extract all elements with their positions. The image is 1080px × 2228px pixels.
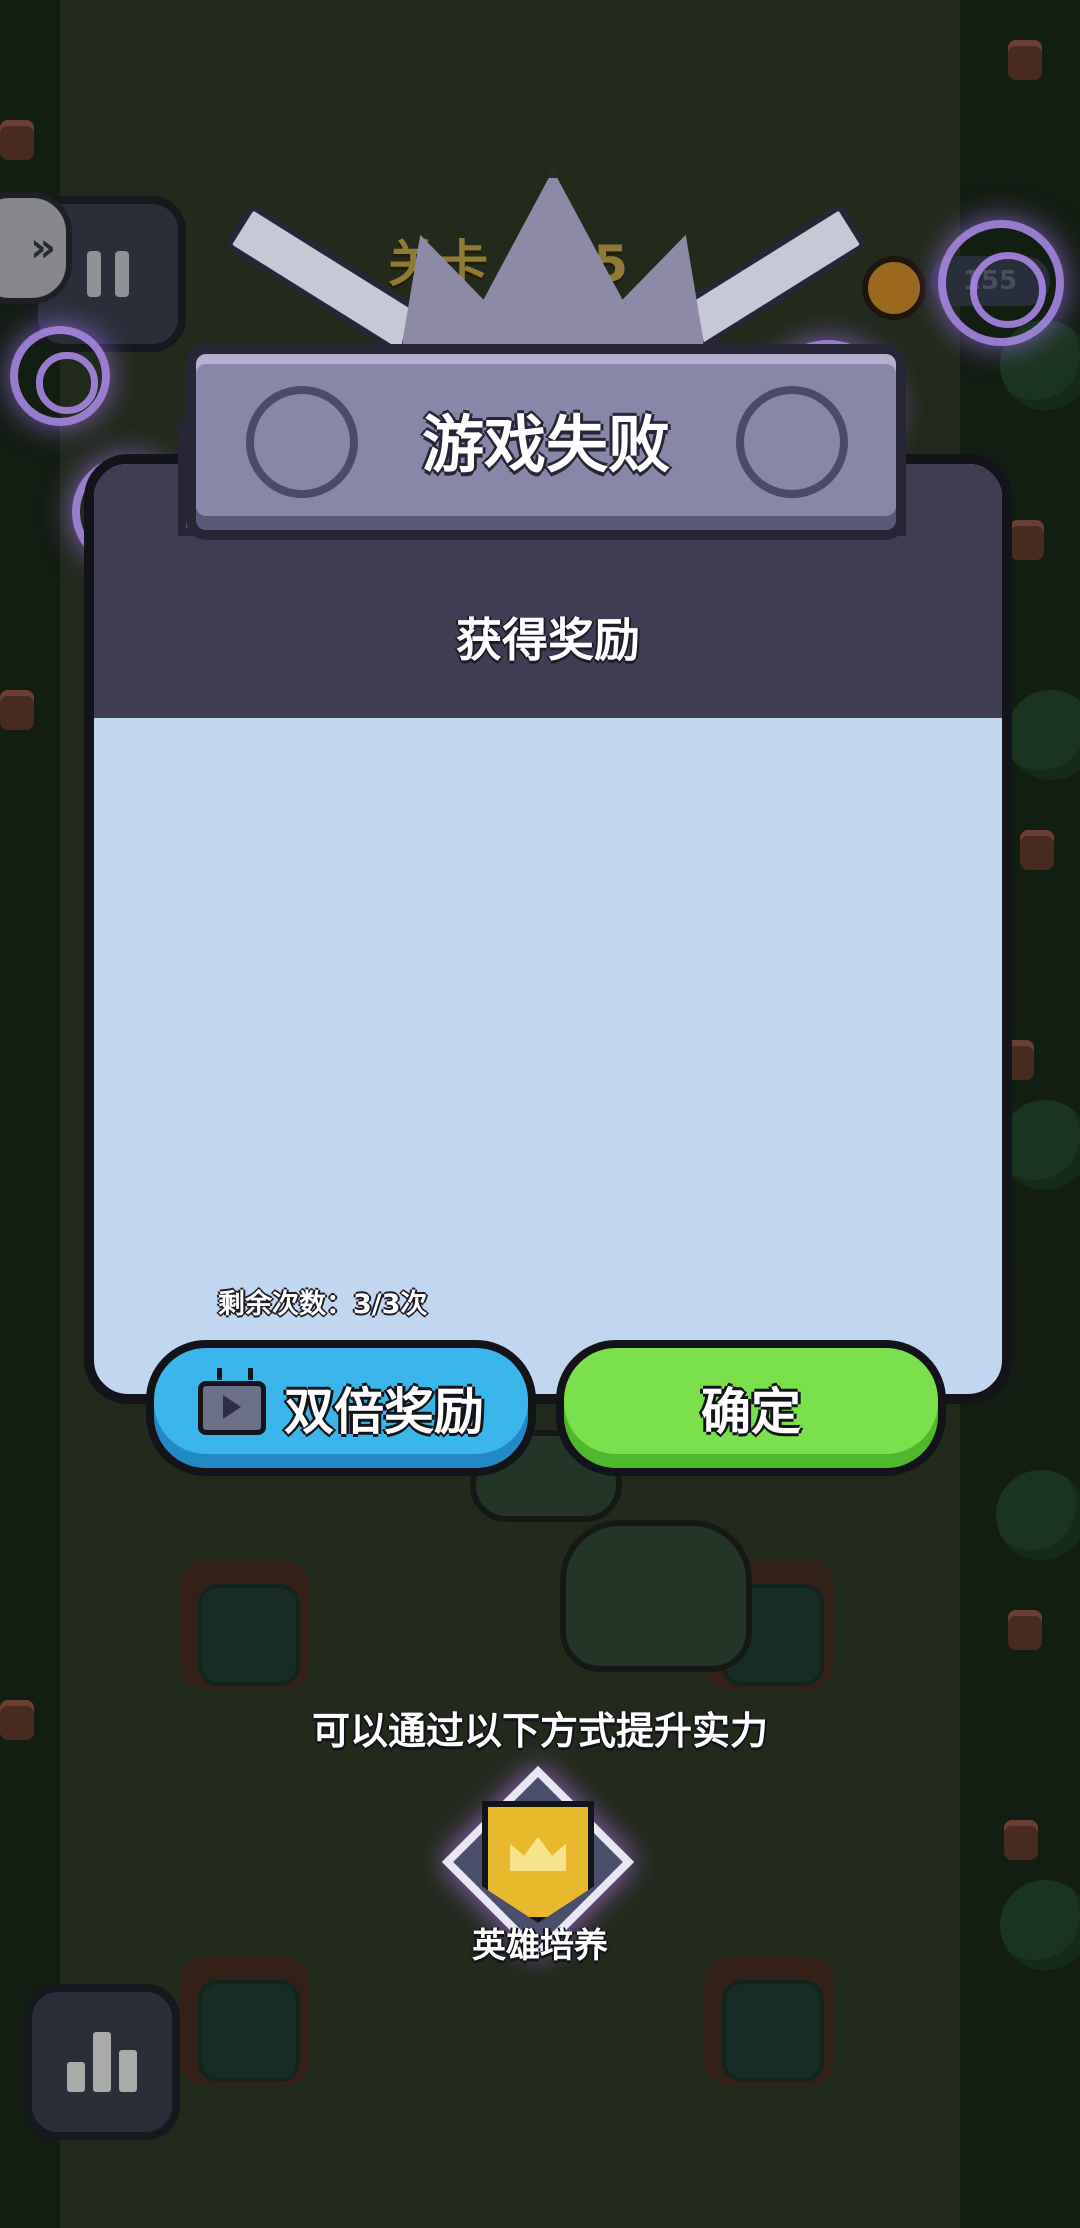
title-banner: 游戏失败 bbox=[186, 344, 906, 540]
tv-ad-icon bbox=[198, 1381, 266, 1435]
confirm-label: 确定 bbox=[701, 1383, 801, 1441]
crown-icon bbox=[510, 1837, 566, 1871]
double-reward-button[interactable]: 双倍奖励 bbox=[146, 1340, 536, 1476]
remaining-attempts: 剩余次数：3/3次 bbox=[218, 1289, 428, 1320]
confirm-button[interactable]: 确定 bbox=[556, 1340, 946, 1476]
result-panel: 获得奖励 bbox=[84, 454, 1012, 1404]
improve-hint: 可以通过以下方式提升实力 bbox=[311, 1709, 768, 1753]
swirl-effect bbox=[938, 220, 1064, 346]
double-reward-label: 双倍奖励 bbox=[284, 1383, 484, 1441]
hero-training-label: 英雄培养 bbox=[472, 1926, 608, 1966]
reward-title: 获得奖励 bbox=[456, 613, 640, 667]
swirl-effect bbox=[10, 326, 110, 426]
dialog-title: 游戏失败 bbox=[421, 408, 670, 481]
